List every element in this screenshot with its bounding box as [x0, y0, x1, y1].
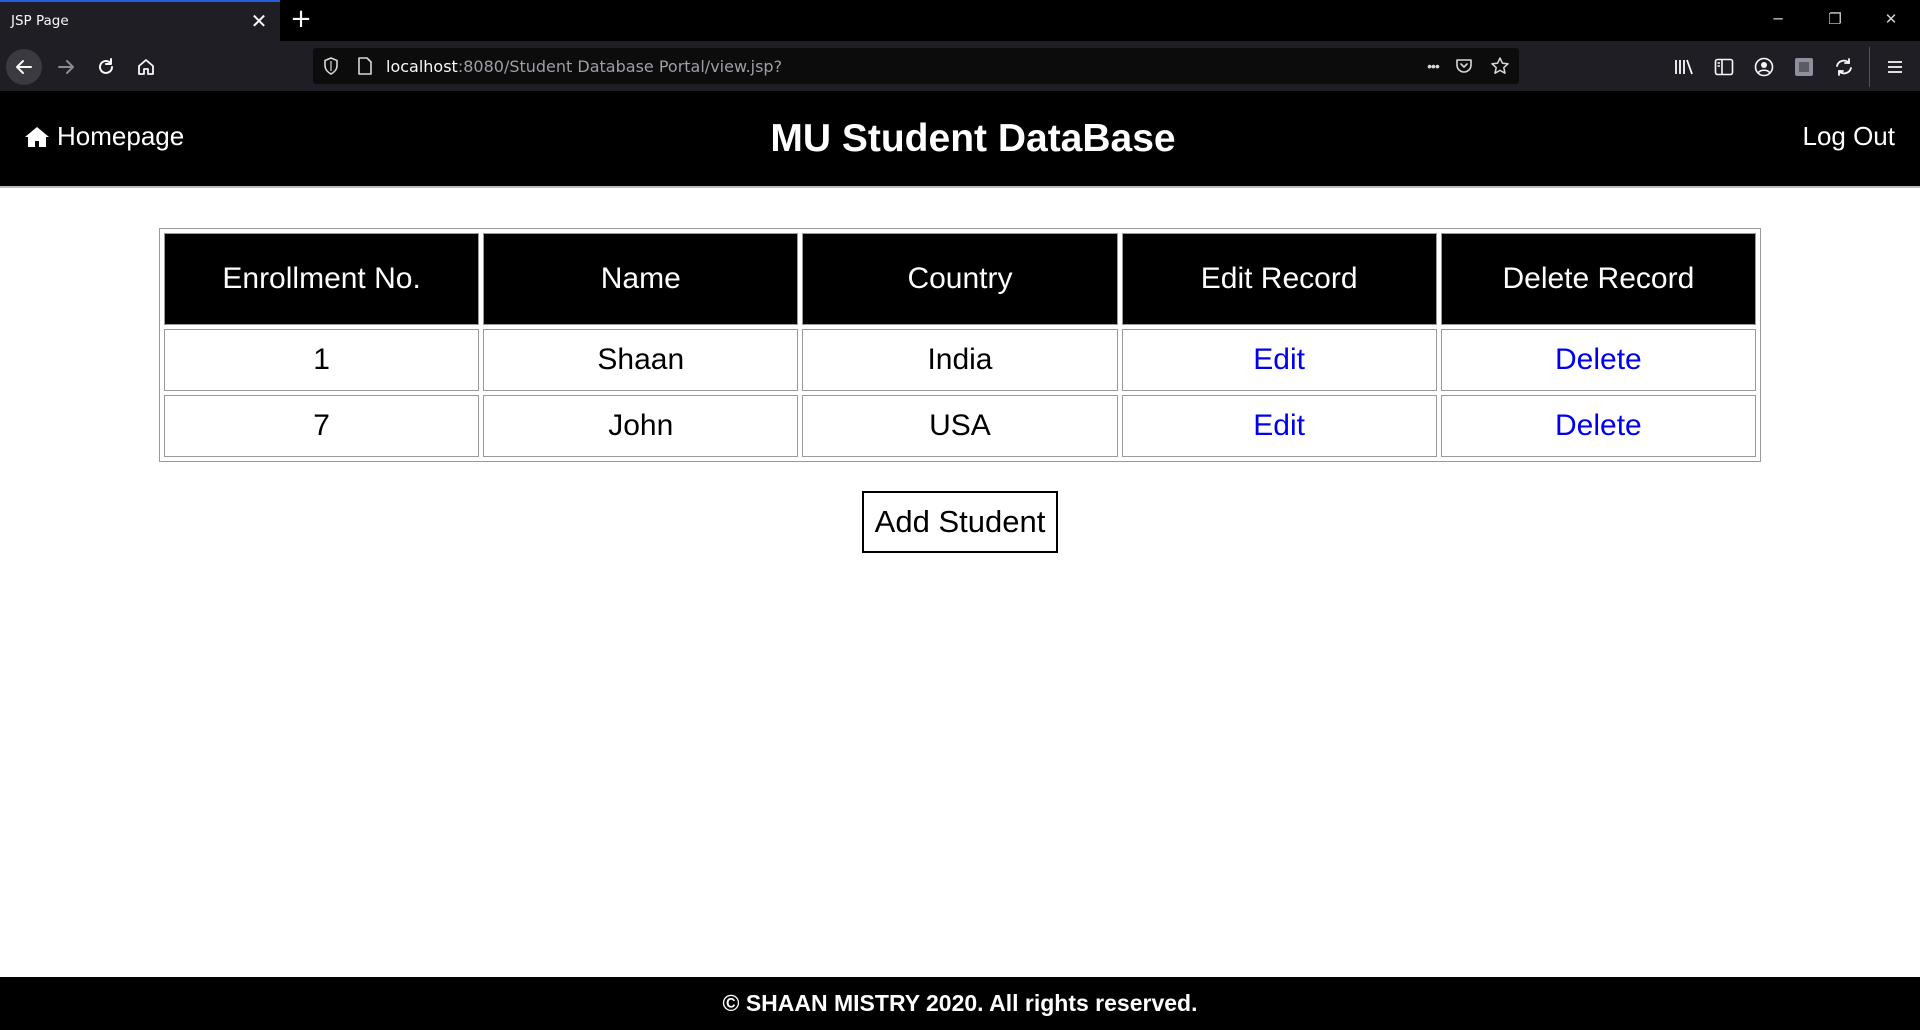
reload-button[interactable]: [88, 49, 124, 85]
browser-home-icon: [138, 59, 154, 75]
add-student-button[interactable]: Add Student: [862, 491, 1058, 553]
column-header-country: Country: [802, 233, 1118, 325]
name-cell: John: [483, 395, 799, 457]
restore-window-button[interactable]: ❐: [1820, 8, 1850, 30]
enrollment-cell: 7: [164, 395, 480, 457]
pocket-icon[interactable]: [1454, 56, 1474, 76]
browser-home-button[interactable]: [128, 49, 164, 85]
site-footer: © SHAAN MISTRY 2020. All rights reserved…: [0, 977, 1920, 1030]
shield-icon[interactable]: [321, 56, 341, 76]
tab-jsp-page[interactable]: JSP Page ✕: [0, 0, 280, 41]
edit-cell: Edit: [1121, 329, 1437, 391]
delete-link[interactable]: Delete: [1555, 409, 1642, 442]
edit-link[interactable]: Edit: [1253, 409, 1305, 442]
back-arrow-icon: [16, 60, 32, 74]
extension-icon[interactable]: [1793, 56, 1815, 78]
minimize-window-button[interactable]: ─: [1763, 8, 1793, 30]
students-table: Enrollment No. Name Country Edit Record …: [159, 228, 1761, 462]
page-icon[interactable]: [355, 56, 375, 76]
hamburger-menu-icon[interactable]: [1884, 56, 1906, 78]
toolbar-separator: [1869, 47, 1870, 87]
column-header-delete: Delete Record: [1440, 233, 1756, 325]
navigation-toolbar: localhost:8080/Student Database Portal/v…: [0, 41, 1920, 91]
logout-link[interactable]: Log Out: [1802, 121, 1895, 152]
close-window-button[interactable]: ✕: [1876, 8, 1906, 30]
url-host: localhost: [386, 57, 458, 76]
forward-button[interactable]: [48, 49, 84, 85]
table-row: 1 Shaan India Edit Delete: [164, 329, 1756, 391]
tab-strip: JSP Page ✕ + ─ ❐ ✕: [0, 0, 1920, 41]
table-row: 7 John USA Edit Delete: [164, 395, 1756, 457]
url-path: :8080/Student Database Portal/view.jsp?: [457, 57, 783, 76]
column-header-edit: Edit Record: [1121, 233, 1437, 325]
country-cell: India: [802, 329, 1118, 391]
delete-link[interactable]: Delete: [1555, 343, 1642, 376]
forward-arrow-icon: [58, 60, 74, 74]
column-header-name: Name: [483, 233, 799, 325]
account-icon[interactable]: [1753, 56, 1775, 78]
page-actions-icon[interactable]: •••: [1420, 56, 1446, 76]
edit-link[interactable]: Edit: [1253, 343, 1305, 376]
close-tab-icon[interactable]: ✕: [248, 10, 270, 32]
column-header-enrollment: Enrollment No.: [164, 233, 480, 325]
url-text[interactable]: localhost:8080/Student Database Portal/v…: [386, 57, 782, 76]
star-icon[interactable]: [1490, 56, 1510, 76]
page-content: Homepage MU Student DataBase Log Out Enr…: [0, 91, 1920, 1030]
delete-cell: Delete: [1440, 329, 1756, 391]
table-header-row: Enrollment No. Name Country Edit Record …: [164, 233, 1756, 325]
address-bar[interactable]: localhost:8080/Student Database Portal/v…: [313, 48, 1519, 84]
country-cell: USA: [802, 395, 1118, 457]
reload-icon: [99, 58, 113, 74]
library-icon[interactable]: [1673, 56, 1695, 78]
tab-title: JSP Page: [11, 13, 69, 29]
sync-icon[interactable]: [1833, 56, 1855, 78]
enrollment-cell: 1: [164, 329, 480, 391]
back-button[interactable]: [6, 49, 42, 85]
name-cell: Shaan: [483, 329, 799, 391]
browser-window: JSP Page ✕ + ─ ❐ ✕ localhost:8080/Studen…: [0, 0, 1920, 1030]
page-title: MU Student DataBase: [770, 117, 1176, 160]
sidebar-icon[interactable]: [1713, 56, 1735, 78]
site-header: Homepage MU Student DataBase Log Out: [0, 91, 1920, 188]
edit-cell: Edit: [1121, 395, 1437, 457]
new-tab-button[interactable]: +: [288, 6, 314, 32]
delete-cell: Delete: [1440, 395, 1756, 457]
